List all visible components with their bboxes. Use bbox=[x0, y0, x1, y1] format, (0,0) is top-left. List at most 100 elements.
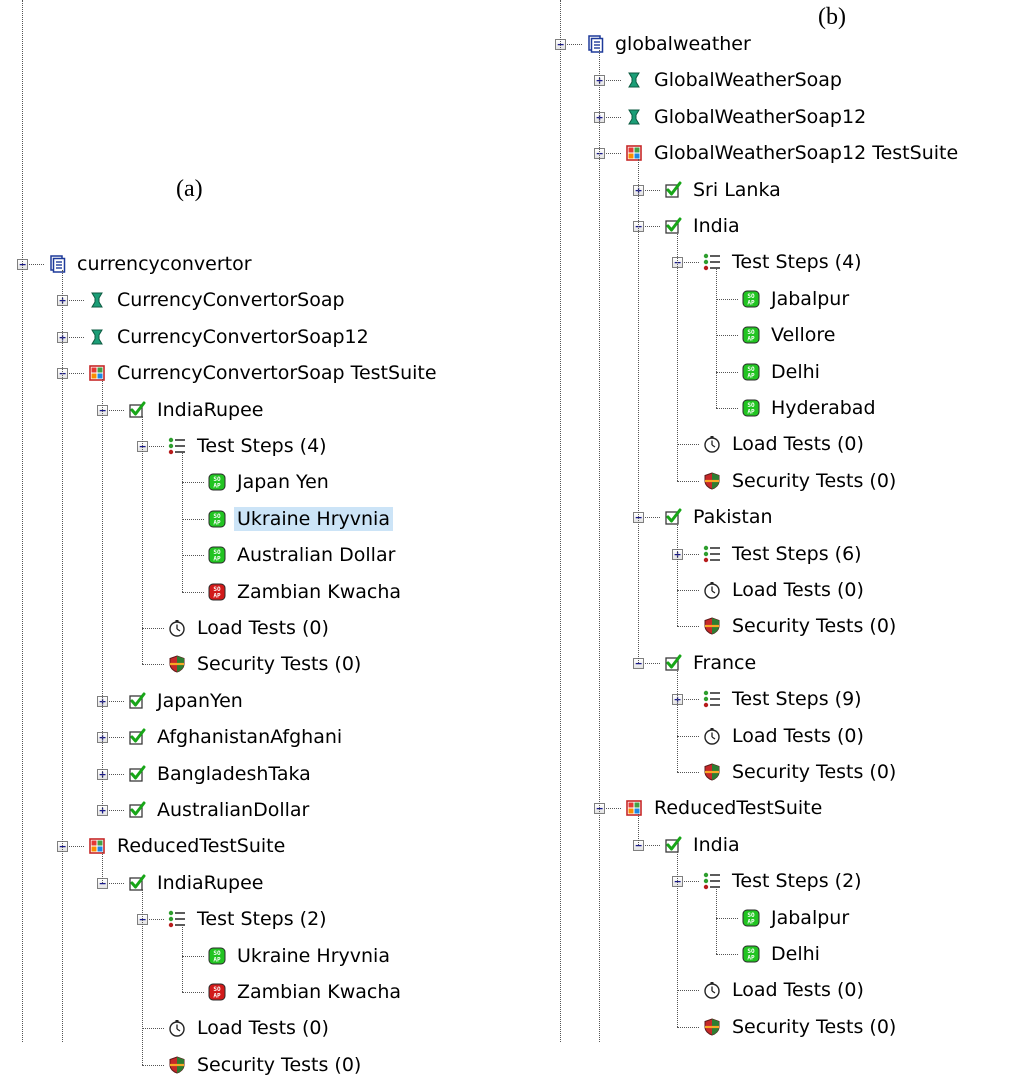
tree-node[interactable]: SO AP Hyderabad bbox=[742, 390, 879, 426]
tree-node[interactable]: SO AP Jabalpur bbox=[742, 900, 852, 936]
tree-node[interactable]: Sri Lanka bbox=[664, 172, 784, 208]
interface-icon bbox=[625, 108, 643, 126]
testcase-icon bbox=[664, 836, 682, 854]
tree-connector bbox=[677, 523, 678, 627]
tree-node[interactable]: Load Tests (0) bbox=[703, 718, 867, 754]
tree-connector bbox=[560, 0, 561, 1042]
tree-node[interactable]: Pakistan bbox=[664, 499, 776, 535]
svg-text:AP: AP bbox=[747, 955, 755, 962]
tree-connector bbox=[716, 268, 717, 408]
tree-node-label: India bbox=[693, 215, 740, 237]
tree-node-label: India bbox=[693, 833, 740, 856]
tree-node-label: Test Steps (4) bbox=[732, 251, 862, 274]
tree-node-label: Load Tests (0) bbox=[732, 579, 864, 601]
tree-node[interactable]: SO AP Delhi bbox=[742, 354, 823, 390]
tree-node[interactable]: Test Steps (4) bbox=[703, 244, 865, 280]
tree-node-label: Security Tests (0) bbox=[732, 761, 897, 783]
tree-connector bbox=[716, 917, 738, 919]
tree-connector bbox=[716, 335, 738, 337]
tree-connector bbox=[677, 772, 699, 773]
tree-connector bbox=[638, 814, 639, 845]
soap-pass-icon: SO AP bbox=[742, 363, 760, 381]
tree-node-label: Security Tests (0) bbox=[732, 615, 897, 638]
tree-node[interactable]: ReducedTestSuite bbox=[625, 790, 825, 826]
tree-node[interactable]: Load Tests (0) bbox=[703, 972, 867, 1008]
tree-node[interactable]: Security Tests (0) bbox=[168, 1047, 364, 1083]
tree-node-label: Vellore bbox=[771, 324, 836, 347]
tree-node-label: Load Tests (0) bbox=[732, 433, 864, 456]
tree-node-label: Jabalpur bbox=[771, 906, 850, 929]
tree-node[interactable]: Test Steps (2) bbox=[703, 863, 865, 899]
tree-connector bbox=[716, 298, 738, 300]
tree-connector bbox=[716, 954, 738, 955]
tree-node-label: Test Steps (6) bbox=[732, 542, 862, 565]
teststeps-icon bbox=[703, 690, 721, 708]
tree-node[interactable]: Load Tests (0) bbox=[703, 572, 867, 608]
tree-connector bbox=[677, 232, 678, 481]
tree-connector bbox=[677, 444, 699, 446]
tree-node-label: Load Tests (0) bbox=[732, 724, 864, 747]
teststeps-icon bbox=[703, 253, 721, 271]
tree-connector bbox=[142, 1064, 164, 1066]
stopwatch-icon bbox=[703, 981, 721, 1000]
stopwatch-icon bbox=[703, 581, 721, 599]
tree-node-label: Test Steps (9) bbox=[732, 688, 862, 711]
shield-icon bbox=[168, 1056, 186, 1074]
tree-node[interactable]: Test Steps (9) bbox=[703, 681, 865, 717]
tree-node[interactable]: GlobalWeatherSoap bbox=[625, 62, 845, 98]
tree-node[interactable]: globalweather bbox=[586, 26, 754, 62]
soap-pass-icon: SO AP bbox=[742, 909, 760, 927]
tree-node[interactable]: Security Tests (0) bbox=[703, 754, 899, 790]
testcase-icon bbox=[664, 654, 682, 672]
tree-node[interactable]: SO AP Jabalpur bbox=[742, 281, 852, 317]
tree-connector bbox=[677, 1026, 699, 1028]
tree-node-label: Delhi bbox=[771, 943, 820, 965]
tree-node[interactable]: Security Tests (0) bbox=[703, 608, 899, 644]
teststeps-icon bbox=[703, 872, 721, 890]
teststeps-icon bbox=[703, 545, 721, 563]
tree-node-label: GlobalWeatherSoap bbox=[654, 69, 842, 92]
svg-text:AP: AP bbox=[747, 299, 755, 306]
project-icon bbox=[586, 35, 604, 53]
svg-text:AP: AP bbox=[747, 372, 755, 379]
stopwatch-icon bbox=[703, 727, 721, 745]
tree-node[interactable]: Security Tests (0) bbox=[703, 1009, 899, 1045]
tree-node-label: ReducedTestSuite bbox=[654, 797, 823, 820]
testcase-icon bbox=[664, 181, 682, 199]
testsuite-icon bbox=[625, 799, 643, 817]
tree-node[interactable]: Load Tests (0) bbox=[703, 426, 867, 462]
tree-node[interactable]: India bbox=[664, 208, 743, 244]
tree-node[interactable]: SO AP Delhi bbox=[742, 936, 823, 972]
tree-node[interactable]: India bbox=[664, 827, 743, 863]
tree-node-label: globalweather bbox=[615, 33, 751, 55]
soap-pass-icon: SO AP bbox=[742, 399, 760, 417]
tree-node-label: Delhi bbox=[771, 360, 820, 383]
tree-node-label: Security Tests (0) bbox=[732, 1015, 897, 1038]
tree-connector bbox=[677, 735, 699, 737]
soap-pass-icon: SO AP bbox=[742, 290, 760, 308]
tree-node-label: Security Tests (0) bbox=[197, 1053, 362, 1076]
tree-connector bbox=[677, 480, 699, 482]
tree-node-label: Pakistan bbox=[693, 506, 773, 529]
tree-connector bbox=[677, 850, 678, 1027]
tree-connector bbox=[638, 159, 639, 663]
tree-node[interactable]: Security Tests (0) bbox=[703, 463, 899, 499]
tree-node-label: Security Tests (0) bbox=[732, 469, 897, 492]
tree-node-label: Load Tests (0) bbox=[732, 979, 864, 1002]
shield-icon bbox=[703, 617, 721, 635]
tree-connector bbox=[716, 408, 738, 409]
tree-connector bbox=[677, 990, 699, 992]
tree-node[interactable]: France bbox=[664, 645, 759, 681]
tree-node[interactable]: GlobalWeatherSoap12 bbox=[625, 99, 869, 135]
tree-node[interactable]: SO AP Vellore bbox=[742, 317, 838, 353]
soap-pass-icon: SO AP bbox=[742, 326, 760, 344]
testcase-icon bbox=[664, 508, 682, 526]
tree-node-label: GlobalWeatherSoap12 TestSuite bbox=[654, 142, 959, 165]
shield-icon bbox=[703, 472, 721, 490]
tree-node[interactable]: Test Steps (6) bbox=[703, 536, 865, 572]
tree-node-label: France bbox=[693, 651, 757, 674]
tree-connector bbox=[716, 887, 717, 954]
shield-icon bbox=[703, 1018, 721, 1036]
tree-node[interactable]: GlobalWeatherSoap12 TestSuite bbox=[625, 135, 961, 171]
svg-text:AP: AP bbox=[747, 918, 755, 925]
